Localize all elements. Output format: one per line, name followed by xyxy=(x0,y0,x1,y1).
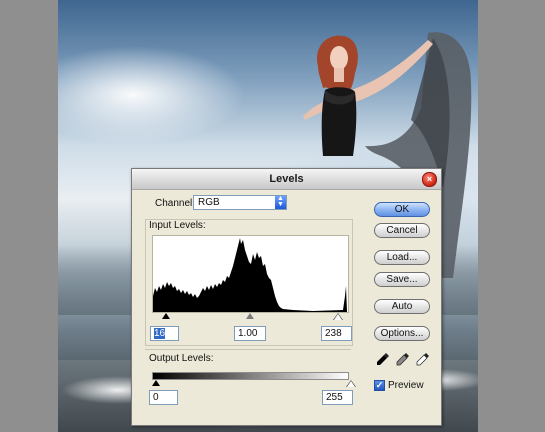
save-button[interactable]: Save... xyxy=(374,272,430,287)
input-slider[interactable] xyxy=(154,313,348,320)
updown-arrows-icon: ▲ ▼ xyxy=(275,195,286,209)
load-button[interactable]: Load... xyxy=(374,250,430,265)
histogram-plot xyxy=(153,238,347,312)
cancel-button[interactable]: Cancel xyxy=(374,223,430,238)
channel-value: RGB xyxy=(198,197,220,208)
preview-label: Preview xyxy=(388,380,424,391)
input-black-field[interactable]: 16 xyxy=(150,326,179,341)
white-point-handle[interactable] xyxy=(334,314,342,320)
black-point-handle[interactable] xyxy=(162,313,170,319)
output-black-handle[interactable] xyxy=(152,380,160,386)
preview-checkbox[interactable]: ✓ xyxy=(374,380,385,391)
gray-eyedropper-icon[interactable] xyxy=(396,352,410,366)
output-levels-label: Output Levels: xyxy=(149,353,214,364)
levels-dialog: Levels × Channel: RGB ▲ ▼ Input Levels: 1… xyxy=(131,168,442,426)
dialog-titlebar[interactable]: Levels × xyxy=(132,169,441,190)
auto-button[interactable]: Auto xyxy=(374,299,430,314)
black-eyedropper-icon[interactable] xyxy=(376,352,390,366)
dialog-title: Levels xyxy=(269,173,304,185)
output-slider[interactable] xyxy=(152,380,356,387)
channel-select[interactable]: RGB ▲ ▼ xyxy=(193,195,287,210)
ok-button[interactable]: OK xyxy=(374,202,430,217)
output-white-handle[interactable] xyxy=(347,381,355,387)
input-white-field[interactable]: 238 xyxy=(321,326,352,341)
output-white-field[interactable]: 255 xyxy=(322,390,353,405)
output-black-field[interactable]: 0 xyxy=(149,390,178,405)
close-icon[interactable]: × xyxy=(422,172,437,187)
histogram xyxy=(152,235,349,313)
options-button[interactable]: Options... xyxy=(374,326,430,341)
checkmark-icon: ✓ xyxy=(375,380,384,390)
channel-label: Channel: xyxy=(155,198,196,209)
output-gradient-bar xyxy=(152,372,349,380)
input-levels-label: Input Levels: xyxy=(149,220,206,231)
gamma-handle[interactable] xyxy=(246,313,254,319)
white-eyedropper-icon[interactable] xyxy=(416,352,430,366)
input-gamma-field[interactable]: 1.00 xyxy=(234,326,266,341)
section-divider xyxy=(145,349,351,350)
